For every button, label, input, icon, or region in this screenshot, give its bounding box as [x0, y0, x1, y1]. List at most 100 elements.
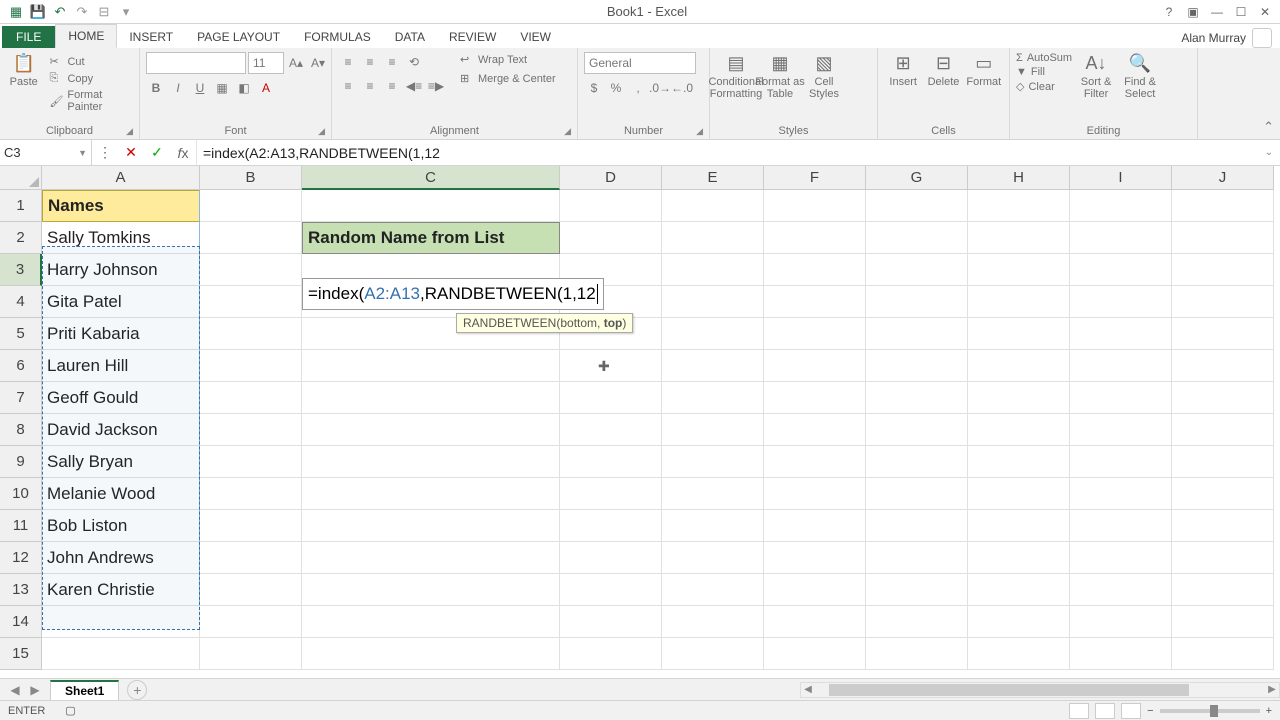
cell-F2[interactable] — [764, 222, 866, 254]
cell-H3[interactable] — [968, 254, 1070, 286]
cell-C6[interactable] — [302, 350, 560, 382]
cell-C14[interactable] — [302, 606, 560, 638]
copy-button[interactable]: ⎘Copy — [45, 71, 133, 86]
cell-A5[interactable]: Priti Kabaria — [42, 318, 200, 350]
number-dialog-icon[interactable]: ◢ — [696, 126, 703, 137]
cell-G10[interactable] — [866, 478, 968, 510]
cell-H8[interactable] — [968, 414, 1070, 446]
align-right-icon[interactable]: ≡ — [382, 76, 402, 96]
align-top-icon[interactable]: ≡ — [338, 52, 358, 72]
cell-D11[interactable] — [560, 510, 662, 542]
save-icon[interactable]: 💾 — [28, 2, 48, 22]
confirm-edit-button[interactable]: ✓ — [144, 144, 170, 161]
cell-D14[interactable] — [560, 606, 662, 638]
col-header-I[interactable]: I — [1070, 166, 1172, 190]
collapse-ribbon-icon[interactable]: ⌃ — [1263, 119, 1274, 135]
cell-I12[interactable] — [1070, 542, 1172, 574]
number-format-combo[interactable]: General — [584, 52, 696, 74]
tab-view[interactable]: VIEW — [508, 26, 563, 48]
cell-A14[interactable] — [42, 606, 200, 638]
cell-D10[interactable] — [560, 478, 662, 510]
tab-home[interactable]: HOME — [55, 24, 117, 48]
cell-G8[interactable] — [866, 414, 968, 446]
cell-C8[interactable] — [302, 414, 560, 446]
cell-H2[interactable] — [968, 222, 1070, 254]
page-break-view-button[interactable] — [1121, 703, 1141, 719]
decrease-decimal-icon[interactable]: ←.0 — [672, 78, 692, 98]
formula-input[interactable]: =index(A2:A13,RANDBETWEEN(1,12 — [197, 140, 1258, 165]
editing-cell[interactable]: =index(A2:A13,RANDBETWEEN(1,12 — [302, 278, 604, 310]
cell-G13[interactable] — [866, 574, 968, 606]
cell-F13[interactable] — [764, 574, 866, 606]
cell-B11[interactable] — [200, 510, 302, 542]
col-header-D[interactable]: D — [560, 166, 662, 190]
row-header-12[interactable]: 12 — [0, 542, 42, 574]
cell-D13[interactable] — [560, 574, 662, 606]
cell-A11[interactable]: Bob Liston — [42, 510, 200, 542]
cell-J15[interactable] — [1172, 638, 1274, 670]
cell-J2[interactable] — [1172, 222, 1274, 254]
cell-D15[interactable] — [560, 638, 662, 670]
cell-I10[interactable] — [1070, 478, 1172, 510]
cell-A12[interactable]: John Andrews — [42, 542, 200, 574]
decrease-font-icon[interactable]: A▾ — [308, 53, 328, 73]
cell-F7[interactable] — [764, 382, 866, 414]
sheet-nav-prev-icon[interactable]: ◀ — [6, 681, 24, 699]
row-header-13[interactable]: 13 — [0, 574, 42, 606]
cell-F3[interactable] — [764, 254, 866, 286]
cell-E3[interactable] — [662, 254, 764, 286]
cell-F9[interactable] — [764, 446, 866, 478]
cell-I2[interactable] — [1070, 222, 1172, 254]
zoom-out-button[interactable]: − — [1147, 705, 1153, 717]
font-size-combo[interactable]: 11 — [248, 52, 284, 74]
cell-H1[interactable] — [968, 190, 1070, 222]
cell-G11[interactable] — [866, 510, 968, 542]
cell-H14[interactable] — [968, 606, 1070, 638]
tab-formulas[interactable]: FORMULAS — [292, 26, 383, 48]
cell-J8[interactable] — [1172, 414, 1274, 446]
excel-icon[interactable]: ▦ — [6, 2, 26, 22]
cell-H12[interactable] — [968, 542, 1070, 574]
cell-G4[interactable] — [866, 286, 968, 318]
cell-G1[interactable] — [866, 190, 968, 222]
fill-color-button[interactable]: ◧ — [234, 78, 254, 98]
cell-C1[interactable] — [302, 190, 560, 222]
horizontal-scrollbar[interactable]: ◀ ▶ — [800, 682, 1280, 698]
cell-J4[interactable] — [1172, 286, 1274, 318]
cell-H15[interactable] — [968, 638, 1070, 670]
cell-F5[interactable] — [764, 318, 866, 350]
redo-icon[interactable]: ↷ — [72, 2, 92, 22]
close-icon[interactable]: ✕ — [1254, 2, 1276, 22]
cell-J5[interactable] — [1172, 318, 1274, 350]
cell-D8[interactable] — [560, 414, 662, 446]
font-color-button[interactable]: A — [256, 78, 276, 98]
cell-J12[interactable] — [1172, 542, 1274, 574]
scroll-left-icon[interactable]: ◀ — [801, 684, 815, 695]
cancel-edit-button[interactable]: ✕ — [118, 144, 144, 161]
cell-G6[interactable] — [866, 350, 968, 382]
row-header-14[interactable]: 14 — [0, 606, 42, 638]
cell-I6[interactable] — [1070, 350, 1172, 382]
row-header-6[interactable]: 6 — [0, 350, 42, 382]
delete-cells-button[interactable]: ⊟Delete — [924, 52, 962, 88]
zoom-thumb[interactable] — [1210, 705, 1218, 717]
row-header-2[interactable]: 2 — [0, 222, 42, 254]
cell-B3[interactable] — [200, 254, 302, 286]
format-painter-button[interactable]: 🖌Format Painter — [45, 88, 133, 114]
cell-B8[interactable] — [200, 414, 302, 446]
cell-A8[interactable]: David Jackson — [42, 414, 200, 446]
cell-D2[interactable] — [560, 222, 662, 254]
cell-E4[interactable] — [662, 286, 764, 318]
normal-view-button[interactable] — [1069, 703, 1089, 719]
clipboard-dialog-icon[interactable]: ◢ — [126, 126, 133, 137]
cell-E7[interactable] — [662, 382, 764, 414]
cell-B6[interactable] — [200, 350, 302, 382]
cell-A4[interactable]: Gita Patel — [42, 286, 200, 318]
cell-J10[interactable] — [1172, 478, 1274, 510]
cell-E5[interactable] — [662, 318, 764, 350]
cell-J1[interactable] — [1172, 190, 1274, 222]
cell-I14[interactable] — [1070, 606, 1172, 638]
undo-icon[interactable]: ↶ — [50, 2, 70, 22]
cell-E13[interactable] — [662, 574, 764, 606]
row-header-3[interactable]: 3 — [0, 254, 42, 286]
